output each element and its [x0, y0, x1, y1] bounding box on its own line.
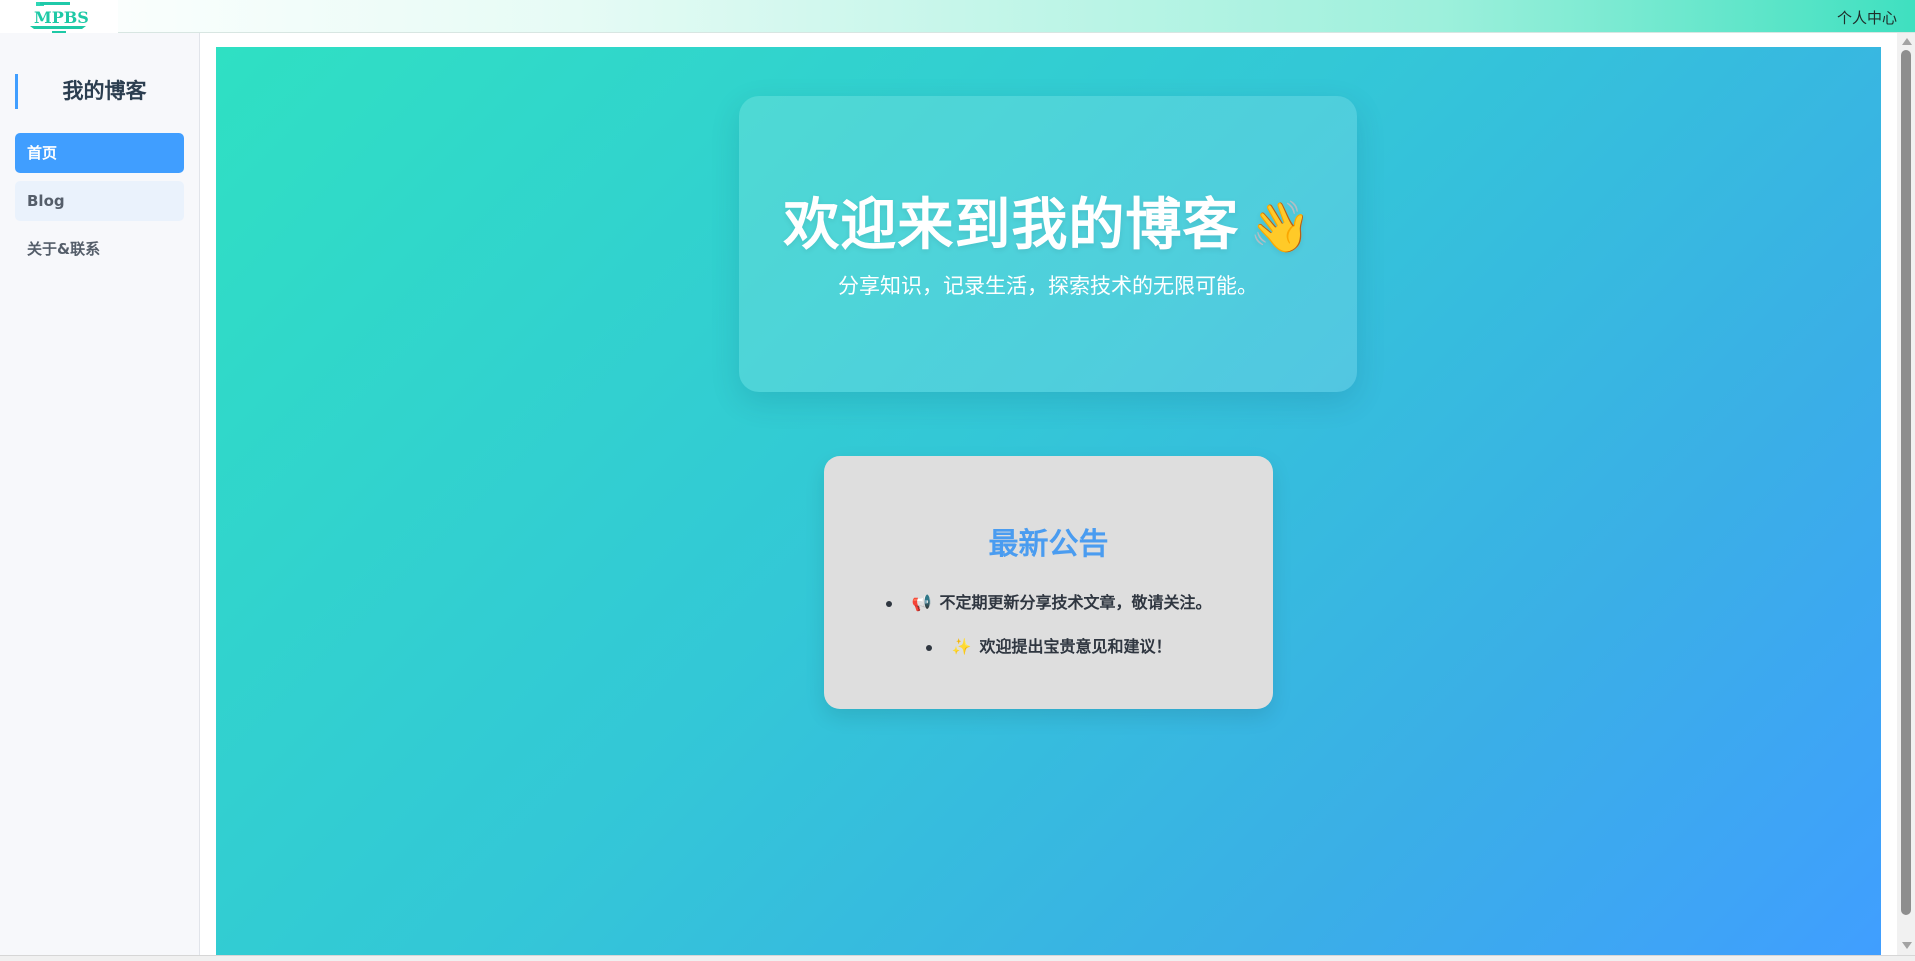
sidebar-item-blog[interactable]: Blog	[15, 181, 184, 221]
window-bottom-edge	[0, 955, 1915, 961]
list-item: 📢 不定期更新分享技术文章，敬请关注。	[824, 592, 1273, 636]
announcement-text: 欢迎提出宝贵意见和建议！	[979, 637, 1172, 656]
user-center-link[interactable]: 个人中心	[1837, 7, 1897, 28]
waving-hand-icon: 👋	[1249, 198, 1313, 256]
mpbs-logo-icon: MPBS	[30, 2, 89, 33]
sidebar-item-about-contact[interactable]: 关于&联系	[15, 229, 184, 269]
announcement-title: 最新公告	[988, 527, 1109, 562]
announcement-text: 不定期更新分享技术文章，敬请关注。	[939, 593, 1212, 612]
top-header: MPBS 个人中心	[0, 0, 1915, 36]
bullet-icon	[885, 600, 892, 607]
scroll-down-icon[interactable]	[1902, 942, 1912, 949]
sparkles-icon: ✨	[951, 637, 972, 656]
megaphone-icon: 📢	[911, 593, 932, 612]
sidebar: 我的博客 首页 Blog 关于&联系	[0, 33, 200, 961]
main-content: 欢迎来到我的博客 👋 分享知识，记录生活，探索技术的无限可能。 最新公告 📢 不定期…	[216, 47, 1881, 961]
announcement-card: 最新公告 📢 不定期更新分享技术文章，敬请关注。 ✨ 欢迎提出宝贵意见和建议！	[824, 456, 1273, 709]
announcement-list: 📢 不定期更新分享技术文章，敬请关注。 ✨ 欢迎提出宝贵意见和建议！	[824, 592, 1273, 680]
welcome-subtitle: 分享知识，记录生活，探索技术的无限可能。	[838, 274, 1258, 298]
sidebar-brand-title: 我的博客	[62, 79, 147, 103]
scroll-thumb[interactable]	[1901, 50, 1911, 915]
sidebar-item-home[interactable]: 首页	[15, 133, 184, 173]
welcome-card: 欢迎来到我的博客 👋 分享知识，记录生活，探索技术的无限可能。	[739, 96, 1357, 392]
welcome-title-text: 欢迎来到我的博客	[783, 193, 1240, 258]
scroll-up-icon[interactable]	[1902, 38, 1912, 45]
bullet-icon	[925, 644, 932, 651]
welcome-title: 欢迎来到我的博客 👋	[739, 180, 1357, 261]
list-item: ✨ 欢迎提出宝贵意见和建议！	[824, 636, 1273, 680]
sidebar-brand: 我的博客	[15, 74, 185, 109]
vertical-scrollbar[interactable]	[1897, 33, 1915, 961]
site-logo[interactable]: MPBS	[0, 0, 118, 36]
svg-text:MPBS: MPBS	[34, 8, 89, 27]
